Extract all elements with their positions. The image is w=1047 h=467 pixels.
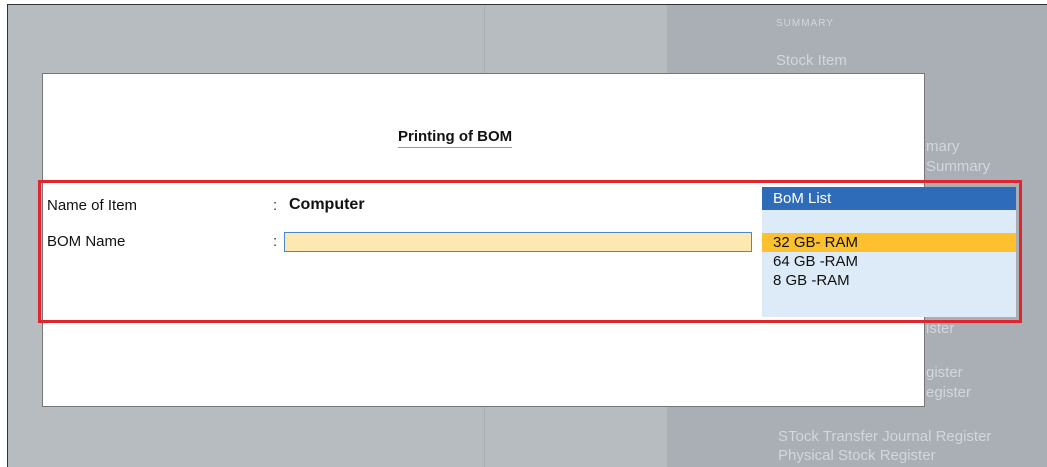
bg-summary-heading: SUMMARY <box>776 18 834 29</box>
bg-menu-partial-register-2: gister <box>926 364 963 381</box>
bg-menu-stock-transfer-register[interactable]: STock Transfer Journal Register <box>778 428 991 445</box>
annotation-highlight-box <box>38 180 1022 323</box>
bg-menu-partial-summary-1: mary <box>926 138 960 155</box>
dialog-title: Printing of BOM <box>398 128 513 148</box>
bg-menu-partial-summary-2: Summary <box>926 158 991 175</box>
bg-menu-physical-stock-register[interactable]: Physical Stock Register <box>778 447 936 464</box>
bg-menu-stock-item[interactable]: Stock Item <box>776 52 847 69</box>
bg-menu-partial-register-3: egister <box>926 384 972 401</box>
